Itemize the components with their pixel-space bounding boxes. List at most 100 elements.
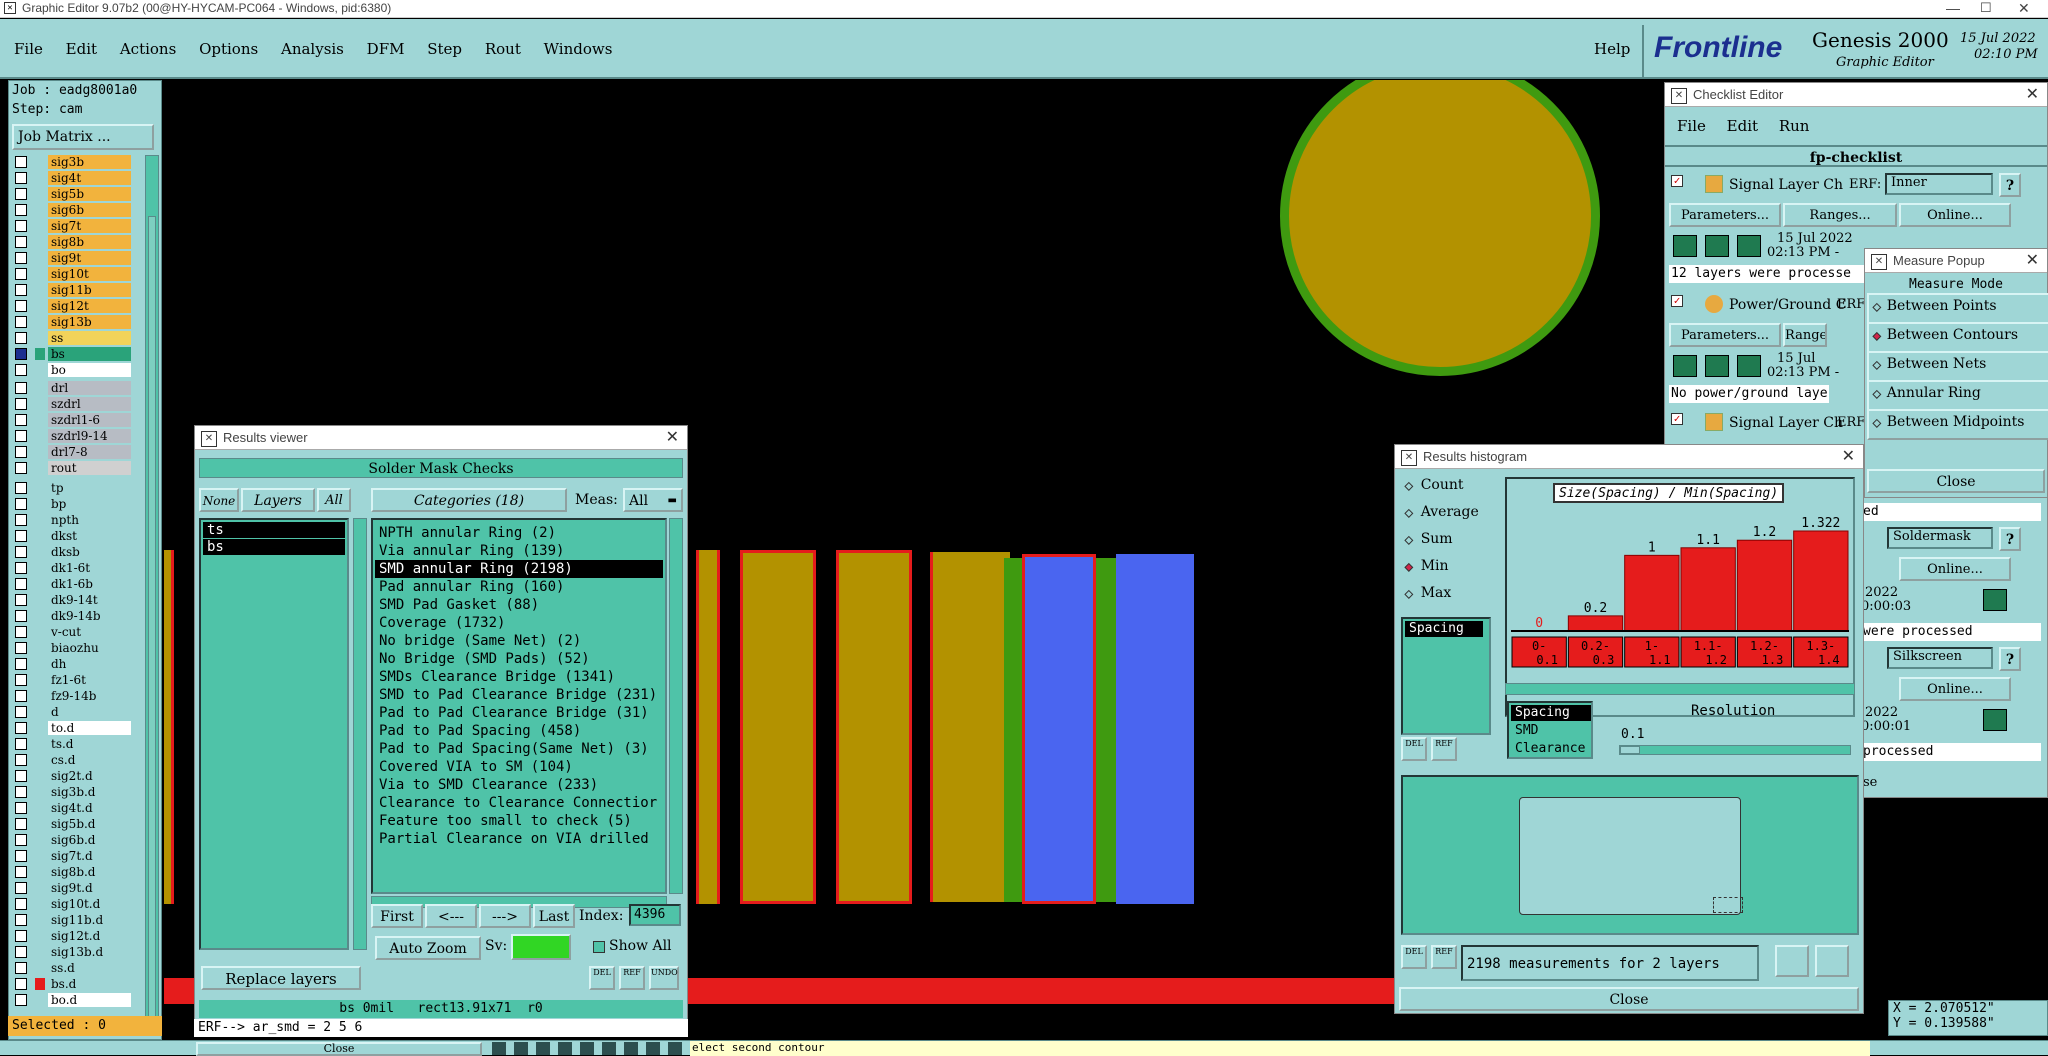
layer-color-swatch[interactable] [35, 156, 45, 168]
layer-checkbox[interactable] [15, 284, 27, 296]
layer-checkbox[interactable] [15, 962, 27, 974]
layer-row[interactable]: sig10t [9, 266, 131, 282]
layer-row[interactable]: sig10t.d [9, 896, 131, 912]
layer-row[interactable]: dkst [9, 528, 131, 544]
layer-name[interactable]: sig10t [48, 267, 131, 281]
del-icon[interactable]: DEL [1401, 737, 1427, 761]
category-item[interactable]: No bridge (Same Net) (2) [375, 632, 581, 650]
layer-name[interactable]: sig3b.d [48, 785, 131, 799]
bottom-close-button[interactable]: Close [196, 1042, 482, 1056]
status-icon[interactable] [1705, 355, 1729, 377]
measure-mode-option[interactable]: ◆ Between Points [1867, 293, 2048, 324]
layer-color-swatch[interactable] [35, 300, 45, 312]
histogram-bar[interactable] [1624, 554, 1680, 632]
layer-name[interactable]: to.d [48, 721, 131, 735]
ranges-button[interactable]: Ranges... [1783, 323, 1827, 347]
layer-checkbox[interactable] [15, 482, 27, 494]
layer-name[interactable]: d [48, 705, 131, 719]
menu-dfm[interactable]: DFM [367, 40, 405, 58]
layer-checkbox[interactable] [15, 382, 27, 394]
layer-color-swatch[interactable] [35, 188, 45, 200]
layer-color-swatch[interactable] [35, 252, 45, 264]
layer-checkbox[interactable] [15, 316, 27, 328]
help-icon[interactable]: ? [1999, 527, 2021, 551]
layer-name[interactable]: sig12t.d [48, 929, 131, 943]
layer-checkbox[interactable] [15, 882, 27, 894]
help-icon[interactable]: ? [1999, 647, 2021, 671]
layer-row[interactable]: tp [9, 480, 131, 496]
layer-row[interactable]: bs [9, 346, 131, 362]
layer-color-swatch[interactable] [35, 834, 45, 846]
layer-checkbox[interactable] [15, 706, 27, 718]
layer-checkbox[interactable] [15, 414, 27, 426]
layer-checkbox[interactable] [15, 204, 27, 216]
layer-name[interactable]: sig2t.d [48, 769, 131, 783]
layer-color-swatch[interactable] [35, 398, 45, 410]
menu-windows[interactable]: Windows [544, 40, 613, 58]
layer-name[interactable]: sig5b [48, 187, 131, 201]
category-item[interactable]: Pad annular Ring (160) [375, 578, 564, 596]
layer-name[interactable]: dh [48, 657, 131, 671]
layer-color-swatch[interactable] [35, 236, 45, 248]
histogram-bar[interactable] [1567, 615, 1624, 632]
replace-layers-dropdown[interactable]: Replace layers [201, 966, 361, 990]
layer-row[interactable]: sig12t [9, 298, 131, 314]
layer-row[interactable]: szdrl [9, 396, 131, 412]
layer-name[interactable]: sig5b.d [48, 817, 131, 831]
zoom-icon[interactable] [1983, 709, 2007, 731]
layer-row[interactable]: sig12t.d [9, 928, 131, 944]
layer-checkbox[interactable] [15, 994, 27, 1006]
status-icon[interactable] [1673, 235, 1697, 257]
layer-color-swatch[interactable] [35, 930, 45, 942]
category-item[interactable]: Clearance to Clearance Connectior [375, 794, 657, 812]
layer-checkbox[interactable] [15, 462, 27, 474]
layer-name[interactable]: drl7-8 [48, 445, 131, 459]
layer-checkbox[interactable] [15, 332, 27, 344]
layer-row[interactable]: sig3b.d [9, 784, 131, 800]
layers-button[interactable]: Layers [241, 488, 315, 512]
layer-row[interactable]: rout [9, 460, 131, 476]
layer-row[interactable]: sig13b.d [9, 944, 131, 960]
layer-color-swatch[interactable] [35, 204, 45, 216]
category-item[interactable]: Pad to Pad Spacing(Same Net) (3) [375, 740, 649, 758]
layer-name[interactable]: szdrl1-6 [48, 413, 131, 427]
layer-color-swatch[interactable] [35, 802, 45, 814]
layer-name[interactable]: dk1-6b [48, 577, 131, 591]
layer-name[interactable]: sig7t [48, 219, 131, 233]
layer-name[interactable]: biaozhu [48, 641, 131, 655]
layer-name[interactable]: sig8b.d [48, 865, 131, 879]
category-item[interactable]: Partial Clearance on VIA drilled [375, 830, 649, 848]
layer-color-swatch[interactable] [35, 332, 45, 344]
close-icon[interactable]: ✕ [666, 426, 679, 450]
layer-checkbox[interactable] [15, 818, 27, 830]
layer-row[interactable]: sig7t.d [9, 848, 131, 864]
layer-row[interactable]: drl [9, 380, 131, 396]
layer-row[interactable]: sig8b.d [9, 864, 131, 880]
layer-name[interactable]: dk9-14t [48, 593, 131, 607]
layer-color-swatch[interactable] [35, 754, 45, 766]
layer-checkbox[interactable] [15, 156, 27, 168]
layer-color-swatch[interactable] [35, 546, 45, 558]
layer-checkbox[interactable] [15, 300, 27, 312]
online-button[interactable]: Online... [1899, 677, 2011, 701]
del-icon[interactable]: DEL [589, 966, 615, 990]
category-item[interactable]: NPTH annular Ring (2) [375, 524, 556, 542]
layer-name[interactable]: ts.d [48, 737, 131, 751]
layer-checkbox[interactable] [15, 188, 27, 200]
menu-file[interactable]: File [14, 40, 43, 58]
menu-file[interactable]: File [1677, 117, 1706, 135]
layer-checkbox[interactable] [15, 978, 27, 990]
layer-name[interactable]: cs.d [48, 753, 131, 767]
layer-color-swatch[interactable] [35, 706, 45, 718]
ref-icon[interactable]: REF [619, 966, 645, 990]
layer-checkbox[interactable] [15, 578, 27, 590]
layer-color-swatch[interactable] [35, 978, 45, 990]
layer-name[interactable]: sig11b [48, 283, 131, 297]
categories-button[interactable]: Categories (18) [371, 488, 567, 512]
layer-color-swatch[interactable] [35, 414, 45, 426]
layer-color-swatch[interactable] [35, 462, 45, 474]
category-item[interactable]: SMD annular Ring (2198) [375, 560, 663, 578]
layer-row[interactable]: dk1-6b [9, 576, 131, 592]
aggregate-mode-option[interactable]: ◆ Max [1405, 585, 1452, 609]
menu-run[interactable]: Run [1779, 117, 1810, 135]
